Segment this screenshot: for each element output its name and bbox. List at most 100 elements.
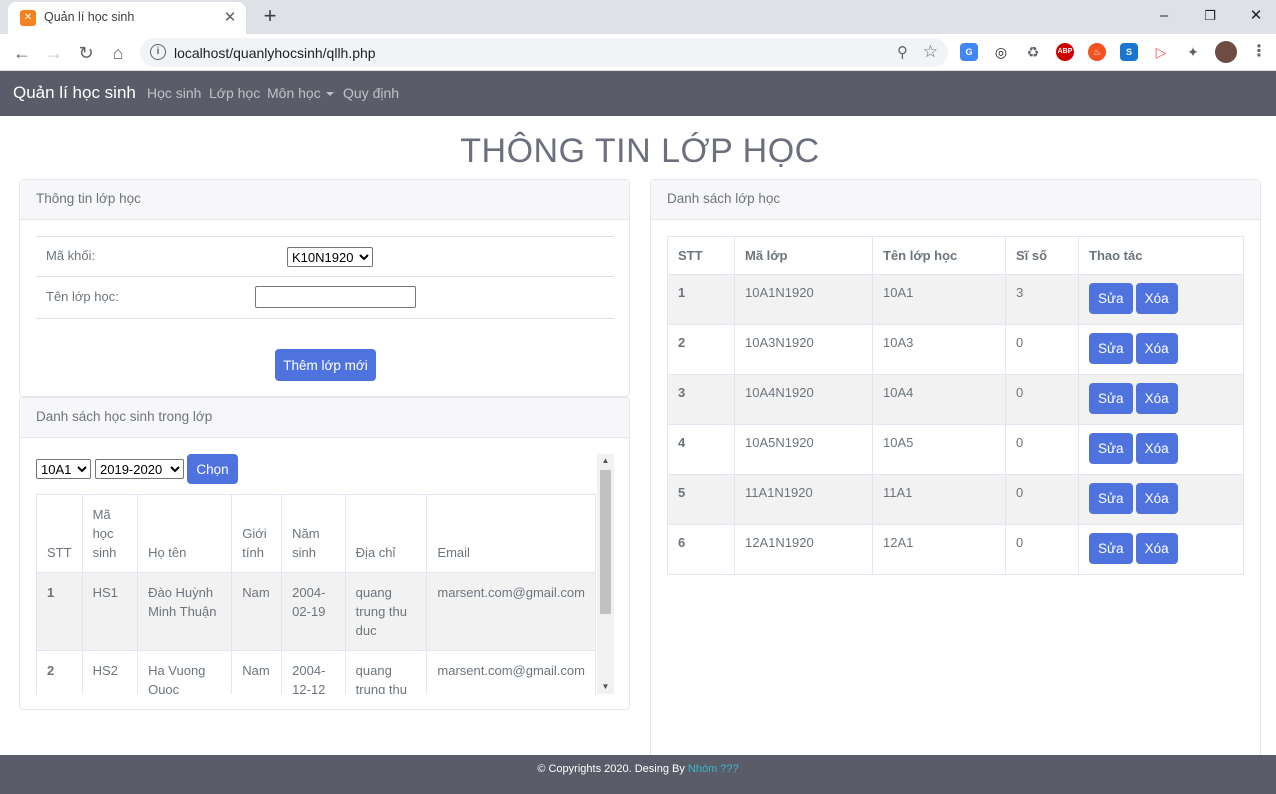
url-text[interactable]: localhost/quanlyhocsinh/qllh.php bbox=[174, 45, 376, 61]
class-row: 5 11A1N1920 11A1 0 Sửa Xóa bbox=[667, 474, 1244, 525]
nav-dropdown-mon-hoc[interactable]: Môn học bbox=[267, 85, 334, 101]
cell-dia-chi: quang trung thu bbox=[344, 650, 428, 694]
col-stt: STT bbox=[667, 236, 735, 275]
adblock-extension-icon[interactable]: ABP bbox=[1056, 43, 1074, 61]
cell-stt: 2 bbox=[667, 324, 735, 375]
cell-si-so: 0 bbox=[1005, 474, 1079, 525]
col-si-so: Sĩ số bbox=[1005, 236, 1079, 275]
student-scroll-area[interactable]: 10A1 2019-2020 Chọn STT Mã học sinh Họ t… bbox=[36, 454, 614, 694]
class-info-card: Thông tin lớp học Mã khối: K10N1920 Tên … bbox=[19, 179, 630, 397]
bookmark-star-icon[interactable]: ☆ bbox=[923, 42, 938, 62]
recycle-extension-icon[interactable]: ♻ bbox=[1024, 43, 1042, 61]
student-list-card: Danh sách học sinh trong lớp 10A1 2019-2… bbox=[19, 397, 630, 710]
window-close-icon[interactable]: ✕ bbox=[1233, 2, 1276, 30]
cell-ma-hoc-sinh: HS1 bbox=[81, 572, 139, 651]
address-bar[interactable]: i localhost/quanlyhocsinh/qllh.php ⚲ ☆ bbox=[140, 38, 948, 67]
cell-stt: 4 bbox=[667, 424, 735, 475]
col-gioi-tinh: Giới tính bbox=[231, 494, 283, 573]
student-row: 2 HS2 Ha Vuong Quoc Nam 2004-12-12 quang… bbox=[36, 650, 596, 694]
reload-icon[interactable]: ↻ bbox=[73, 40, 99, 66]
grade-select[interactable]: K10N1920 bbox=[287, 247, 373, 267]
grade-label: Mã khối: bbox=[46, 248, 96, 263]
edit-button[interactable]: Sửa bbox=[1089, 333, 1133, 364]
close-tab-icon[interactable]: ✕ bbox=[220, 8, 240, 28]
cell-nam-sinh: 2004-02-19 bbox=[281, 572, 346, 651]
scroll-down-arrow-icon[interactable]: ▼ bbox=[597, 680, 614, 694]
cell-ten-lop: 10A3 bbox=[872, 324, 1006, 375]
cell-ma-lop: 12A1N1920 bbox=[734, 524, 873, 575]
col-ten-lop-hoc: Tên lớp học bbox=[872, 236, 1006, 275]
student-table-header: STT Mã học sinh Họ tên Giới tính Năm sin… bbox=[36, 494, 596, 573]
nav-link-hoc-sinh[interactable]: Học sinh bbox=[147, 85, 201, 101]
delete-button[interactable]: Xóa bbox=[1135, 433, 1178, 464]
cell-dia-chi: quang trung thu duc bbox=[344, 572, 428, 651]
cell-stt: 2 bbox=[36, 650, 83, 694]
nav-link-quy-dinh[interactable]: Quy định bbox=[343, 85, 399, 101]
delete-button[interactable]: Xóa bbox=[1135, 383, 1178, 414]
cell-ho-ten: Ha Vuong Quoc bbox=[137, 650, 233, 694]
navbar-brand[interactable]: Quản lí học sinh bbox=[13, 83, 136, 103]
cell-gioi-tinh: Nam bbox=[231, 650, 283, 694]
play-extension-icon[interactable]: ▷ bbox=[1152, 43, 1170, 61]
nav-dropdown-label: Môn học bbox=[267, 85, 321, 101]
delete-button[interactable]: Xóa bbox=[1135, 533, 1178, 564]
browser-tabstrip: ✕ Quản lí học sinh ✕ + – ❐ ✕ bbox=[0, 0, 1276, 34]
zoom-icon[interactable]: ⚲ bbox=[897, 43, 908, 61]
xampp-favicon-icon: ✕ bbox=[20, 10, 36, 26]
scroll-up-arrow-icon[interactable]: ▲ bbox=[597, 454, 614, 468]
choose-button[interactable]: Chọn bbox=[187, 454, 238, 484]
cell-stt: 1 bbox=[36, 572, 83, 651]
add-class-button[interactable]: Thêm lớp mới bbox=[275, 349, 376, 381]
cell-si-so: 0 bbox=[1005, 424, 1079, 475]
site-info-icon[interactable]: i bbox=[150, 44, 166, 60]
app-navbar: Quản lí học sinh Học sinh Lớp học Môn họ… bbox=[0, 71, 1276, 116]
cell-email: marsent.com@gmail.com bbox=[426, 650, 596, 694]
browser-tab[interactable]: ✕ Quản lí học sinh ✕ bbox=[8, 2, 246, 34]
delete-button[interactable]: Xóa bbox=[1135, 483, 1178, 514]
nav-link-lop-hoc[interactable]: Lớp học bbox=[209, 85, 260, 101]
edit-button[interactable]: Sửa bbox=[1089, 433, 1133, 464]
back-icon[interactable]: ← bbox=[9, 40, 35, 66]
fire-extension-icon[interactable]: ♨ bbox=[1088, 43, 1106, 61]
profile-avatar[interactable] bbox=[1215, 41, 1237, 63]
col-dia-chi: Địa chỉ bbox=[344, 494, 428, 573]
scrollbar-thumb[interactable] bbox=[600, 470, 611, 614]
new-tab-icon[interactable]: + bbox=[258, 4, 282, 28]
edit-button[interactable]: Sửa bbox=[1089, 483, 1133, 514]
cell-actions: Sửa Xóa bbox=[1078, 524, 1244, 575]
delete-button[interactable]: Xóa bbox=[1135, 333, 1178, 364]
class-list-card: Danh sách lớp học STT Mã lớp Tên lớp học… bbox=[650, 179, 1261, 755]
col-email: Email bbox=[426, 494, 596, 573]
forward-icon[interactable]: → bbox=[41, 40, 67, 66]
delete-button[interactable]: Xóa bbox=[1135, 283, 1178, 314]
caret-down-icon bbox=[325, 92, 334, 97]
edit-button[interactable]: Sửa bbox=[1089, 533, 1133, 564]
cell-ten-lop: 10A1 bbox=[872, 274, 1006, 325]
edit-button[interactable]: Sửa bbox=[1089, 283, 1133, 314]
hide-extension-icon[interactable]: ◎ bbox=[992, 43, 1010, 61]
year-filter-select[interactable]: 2019-2020 bbox=[95, 459, 184, 479]
col-ma-lop: Mã lớp bbox=[734, 236, 873, 275]
extensions-puzzle-icon[interactable]: ✦ bbox=[1184, 43, 1202, 61]
home-icon[interactable]: ⌂ bbox=[105, 40, 131, 66]
restore-icon[interactable]: ❐ bbox=[1187, 2, 1233, 30]
vertical-scrollbar[interactable]: ▲ ▼ bbox=[597, 454, 614, 694]
minimize-icon[interactable]: – bbox=[1141, 2, 1187, 30]
s-extension-icon[interactable]: S bbox=[1120, 43, 1138, 61]
footer-link[interactable]: Nhóm ??? bbox=[688, 763, 739, 775]
edit-button[interactable]: Sửa bbox=[1089, 383, 1133, 414]
menu-kebab-icon[interactable]: ⋮ bbox=[1250, 43, 1268, 61]
cell-ma-lop: 11A1N1920 bbox=[734, 474, 873, 525]
cell-nam-sinh: 2004-12-12 bbox=[281, 650, 346, 694]
class-filter-select[interactable]: 10A1 bbox=[36, 459, 91, 479]
col-thao-tac: Thao tác bbox=[1078, 236, 1244, 275]
student-list-header: Danh sách học sinh trong lớp bbox=[20, 398, 629, 438]
translate-extension-icon[interactable]: G bbox=[960, 43, 978, 61]
cell-ma-hoc-sinh: HS2 bbox=[81, 650, 139, 694]
browser-toolbar: ← → ↻ ⌂ i localhost/quanlyhocsinh/qllh.p… bbox=[0, 34, 1276, 71]
class-table-header: STT Mã lớp Tên lớp học Sĩ số Thao tác bbox=[667, 236, 1244, 275]
cell-ma-lop: 10A1N1920 bbox=[734, 274, 873, 325]
col-ho-ten: Họ tên bbox=[137, 494, 233, 573]
class-name-input[interactable] bbox=[255, 286, 416, 308]
cell-stt: 3 bbox=[667, 374, 735, 425]
